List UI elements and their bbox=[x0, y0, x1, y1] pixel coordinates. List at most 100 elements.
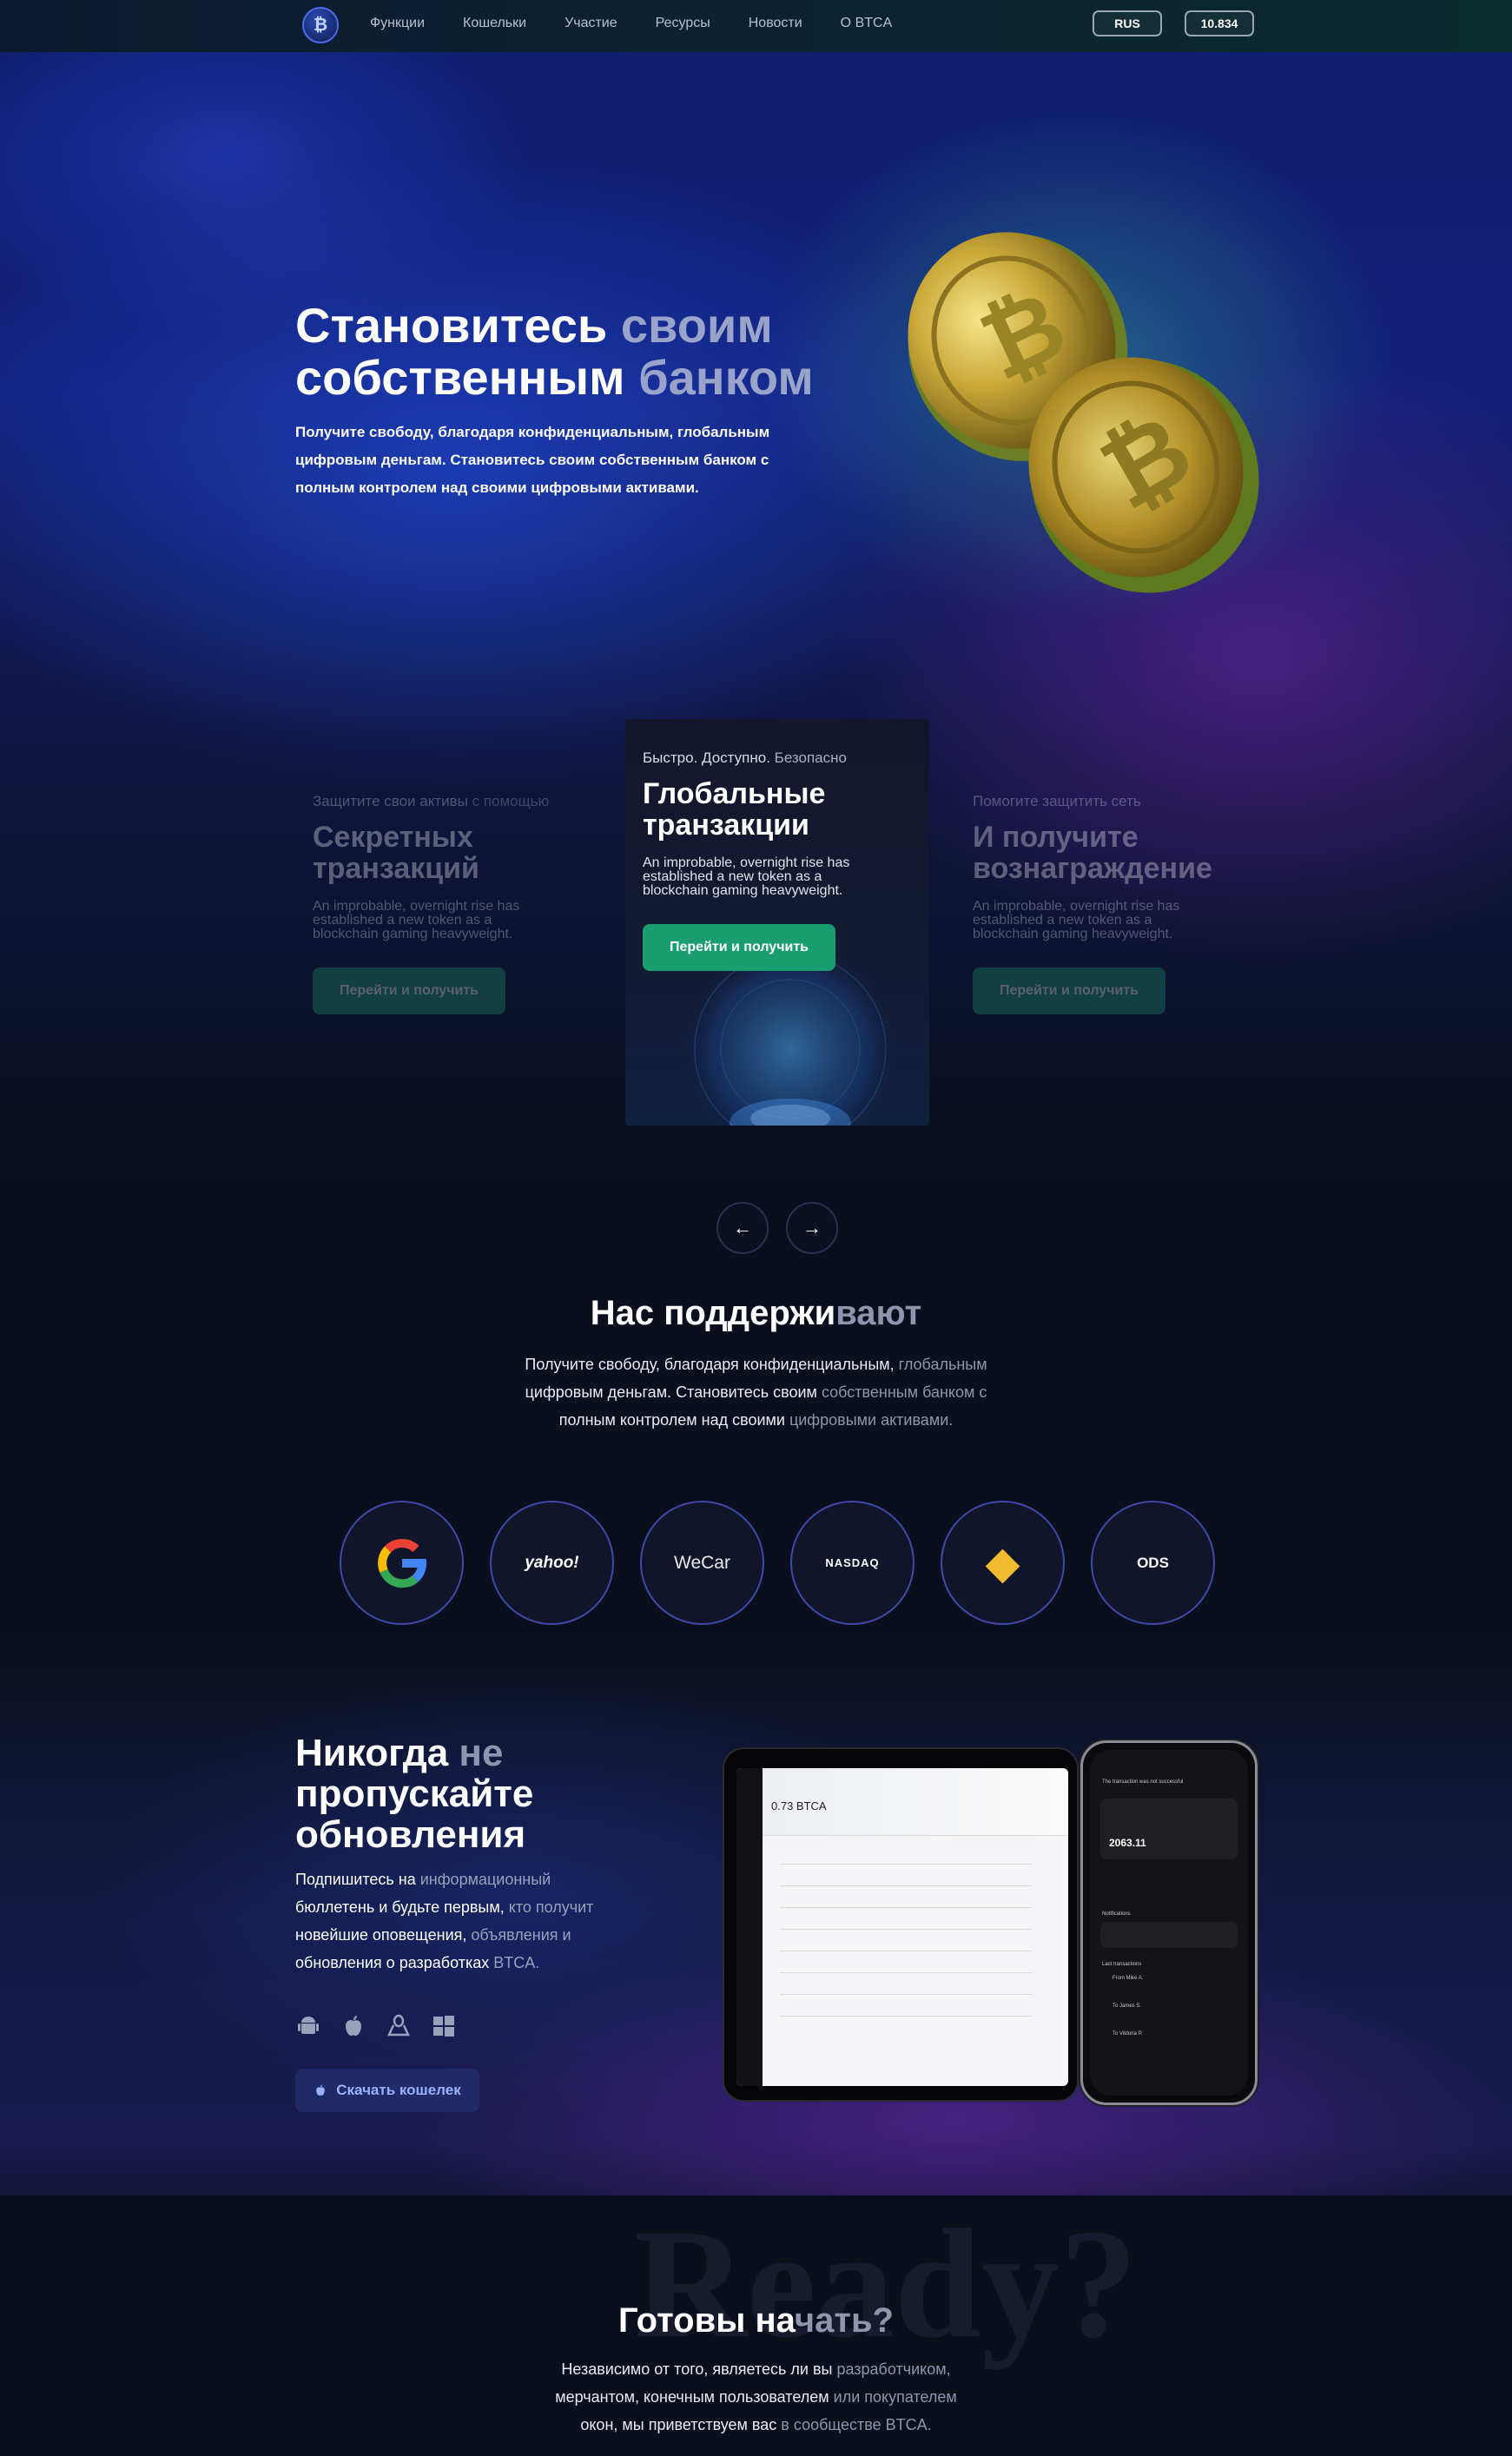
slide-title-line2: вознаграждение bbox=[973, 852, 1212, 885]
ready-title: Готовы начать? bbox=[0, 2301, 1512, 2340]
btca-logo-icon[interactable]: ₿ bbox=[302, 7, 339, 43]
updates-title-line1-muted: не bbox=[448, 1732, 504, 1774]
ready-description: Независимо от того, являетесь ли вы разр… bbox=[0, 2355, 1512, 2439]
slide-description: An improbable, overnight rise has establi… bbox=[643, 856, 886, 898]
slide-cta-button[interactable]: Перейти и получить bbox=[313, 967, 505, 1014]
slide-desc-line2: established a new token as a bbox=[643, 869, 822, 884]
updates-desc-line4-dim: BTCA. bbox=[489, 1954, 540, 1971]
partner-wecar[interactable]: WeCar bbox=[640, 1501, 764, 1625]
tablet-row-divider bbox=[780, 1994, 1032, 1995]
slide-kicker-text: Помогите защитить сеть bbox=[973, 793, 1141, 809]
nav-link-news[interactable]: Новости bbox=[749, 15, 802, 32]
android-icon[interactable] bbox=[295, 2013, 321, 2039]
slide-desc-line3: blockchain gaming heavyweight. bbox=[643, 883, 843, 898]
gold-coins-illustration: ₿ ₿ bbox=[908, 232, 1259, 593]
slide-secret-transactions: Защитите свои активы с помощью Секретных… bbox=[313, 792, 617, 1014]
partner-nasdaq[interactable]: NASDAQ bbox=[790, 1501, 914, 1625]
nav-link-wallets[interactable]: Кошельки bbox=[463, 15, 526, 32]
supporters-title-bright: Нас поддержи bbox=[590, 1294, 836, 1332]
slide-cta-button[interactable]: Перейти и получить bbox=[643, 924, 835, 971]
nav-link-participation[interactable]: Участие bbox=[565, 15, 617, 32]
slide-title-line1: Глобальные bbox=[643, 777, 826, 810]
updates-desc-line1: Подпишитесь на bbox=[295, 1871, 416, 1888]
phone-screen: The transaction was not successful 2063.… bbox=[1090, 1750, 1248, 2096]
ready-desc-line2-dim: или покупателем bbox=[829, 2388, 957, 2406]
slide-title-line2: транзакции bbox=[643, 809, 809, 842]
updates-desc-line1-dim: информационный bbox=[415, 1871, 551, 1888]
updates-title: Никогда не пропускайте обновления bbox=[295, 1733, 660, 1855]
nav-links: Функции Кошельки Участие Ресурсы Новости… bbox=[370, 15, 930, 32]
hero-subtitle: Получите свободу, благодаря конфиденциал… bbox=[295, 419, 816, 502]
apple-icon bbox=[316, 2084, 326, 2096]
partner-google-icon[interactable] bbox=[340, 1501, 464, 1625]
phone-last-transactions-label: Last transactions bbox=[1102, 1962, 1142, 1967]
slider-prev-button[interactable]: ← bbox=[716, 1202, 769, 1254]
slide-desc-line3: blockchain gaming heavyweight. bbox=[313, 927, 513, 941]
slider-next-button[interactable]: → bbox=[786, 1202, 838, 1254]
slide-desc-line1: An improbable, overnight rise has bbox=[643, 855, 850, 870]
supporters-sub-line1-dim: глобальным bbox=[894, 1356, 987, 1373]
slide-kicker: Защитите свои активы с помощью bbox=[313, 792, 617, 811]
partners-row: yahoo! WeCar NASDAQ ◆ ODS bbox=[340, 1501, 1241, 1625]
phone-tx-3: To Viktoria P. bbox=[1113, 2031, 1143, 2037]
tablet-sidebar bbox=[736, 1768, 763, 2086]
supporters-title: Нас поддерживают bbox=[0, 1294, 1512, 1333]
phone-notice: The transaction was not successful bbox=[1102, 1779, 1184, 1785]
slide-title: Секретных транзакций bbox=[313, 822, 617, 884]
hero-title-line1-muted: своим bbox=[607, 298, 773, 353]
tablet-row-divider bbox=[780, 1885, 1032, 1886]
platform-icons bbox=[295, 2013, 457, 2039]
slide-content: Быстро. Доступно. Безопасно Глобальные тр… bbox=[643, 749, 929, 971]
slide-title-line1: Секретных bbox=[313, 821, 473, 854]
google-logo-icon bbox=[377, 1538, 426, 1588]
updates-title-line1: Никогда bbox=[295, 1732, 449, 1774]
tablet-row-divider bbox=[780, 1864, 1032, 1865]
apple-icon[interactable] bbox=[340, 2013, 366, 2039]
nav-link-features[interactable]: Функции bbox=[370, 15, 425, 32]
tablet-screen: 0.73 BTCA bbox=[736, 1768, 1068, 2086]
slide-desc-line3: blockchain gaming heavyweight. bbox=[973, 927, 1173, 941]
linux-icon[interactable] bbox=[386, 2013, 412, 2039]
slide-title: И получите вознаграждение bbox=[973, 822, 1277, 884]
ready-desc-line1: Независимо от того, являетесь ли вы bbox=[561, 2360, 833, 2378]
download-wallet-button[interactable]: Скачать кошелек bbox=[295, 2069, 479, 2112]
language-button[interactable]: RUS bbox=[1093, 10, 1162, 36]
top-nav: ₿ Функции Кошельки Участие Ресурсы Новос… bbox=[0, 0, 1512, 52]
phone-notification-card bbox=[1100, 1922, 1238, 1948]
tablet-row-divider bbox=[780, 1972, 1032, 1973]
phone-notifications-label: Notifications bbox=[1102, 1911, 1131, 1917]
phone-tx-2: To James S. bbox=[1113, 2004, 1142, 2009]
slide-kicker-text: Защитите свои активы bbox=[313, 793, 468, 809]
supporters-sub-line1: Получите свободу, благодаря конфиденциал… bbox=[525, 1356, 895, 1373]
price-button[interactable]: 10.834 bbox=[1185, 10, 1254, 36]
slide-kicker-text: Быстро. Доступно. bbox=[643, 749, 770, 766]
slide-title: Глобальные транзакции bbox=[643, 778, 929, 841]
updates-description: Подпишитесь на информационный бюллетень … bbox=[295, 1865, 643, 1977]
phone-tx-1: From Mike A. bbox=[1113, 1976, 1144, 1981]
phone-mockup: The transaction was not successful 2063.… bbox=[1080, 1740, 1258, 2105]
supporters-subtitle: Получите свободу, благодаря конфиденциал… bbox=[0, 1350, 1512, 1434]
nav-link-resources[interactable]: Ресурсы bbox=[656, 15, 710, 32]
hero-subtitle-line1: Получите свободу, благодаря конфиденциал… bbox=[295, 424, 770, 440]
updates-desc-line4: обновления о разработках bbox=[295, 1954, 490, 1971]
windows-icon[interactable] bbox=[431, 2013, 457, 2039]
arrow-left-icon: ← bbox=[733, 1217, 752, 1238]
supporters-sub-line3: полным контролем над своими bbox=[558, 1411, 785, 1429]
nav-link-about[interactable]: О BTCA bbox=[841, 15, 893, 32]
partner-ods[interactable]: ODS bbox=[1091, 1501, 1215, 1625]
updates-desc-line2-dim: кто получит bbox=[504, 1898, 594, 1916]
supporters-sub-line2-dim: собственным банком с bbox=[816, 1383, 987, 1401]
slide-desc-line1: An improbable, overnight rise has bbox=[313, 899, 520, 914]
page: ₿ Функции Кошельки Участие Ресурсы Новос… bbox=[0, 0, 1512, 2456]
hero-subtitle-line3: полным контролем над своими цифровыми ак… bbox=[295, 479, 699, 496]
slide-cta-button[interactable]: Перейти и получить bbox=[973, 967, 1165, 1014]
updates-desc-line2: бюллетень и будьте первым, bbox=[295, 1898, 505, 1916]
tablet-row-divider bbox=[780, 2016, 1032, 2017]
ready-title-bright: Готовы на bbox=[618, 2301, 795, 2340]
slide-title-line1: И получите bbox=[973, 821, 1139, 854]
partner-binance-icon[interactable]: ◆ bbox=[941, 1501, 1065, 1625]
ready-desc-line3: окон, мы приветствуем вас bbox=[580, 2416, 777, 2433]
phone-balance: 2063.11 bbox=[1109, 1837, 1146, 1849]
slide-reward: Помогите защитить сеть И получите вознагр… bbox=[973, 792, 1277, 1014]
partner-yahoo[interactable]: yahoo! bbox=[490, 1501, 614, 1625]
